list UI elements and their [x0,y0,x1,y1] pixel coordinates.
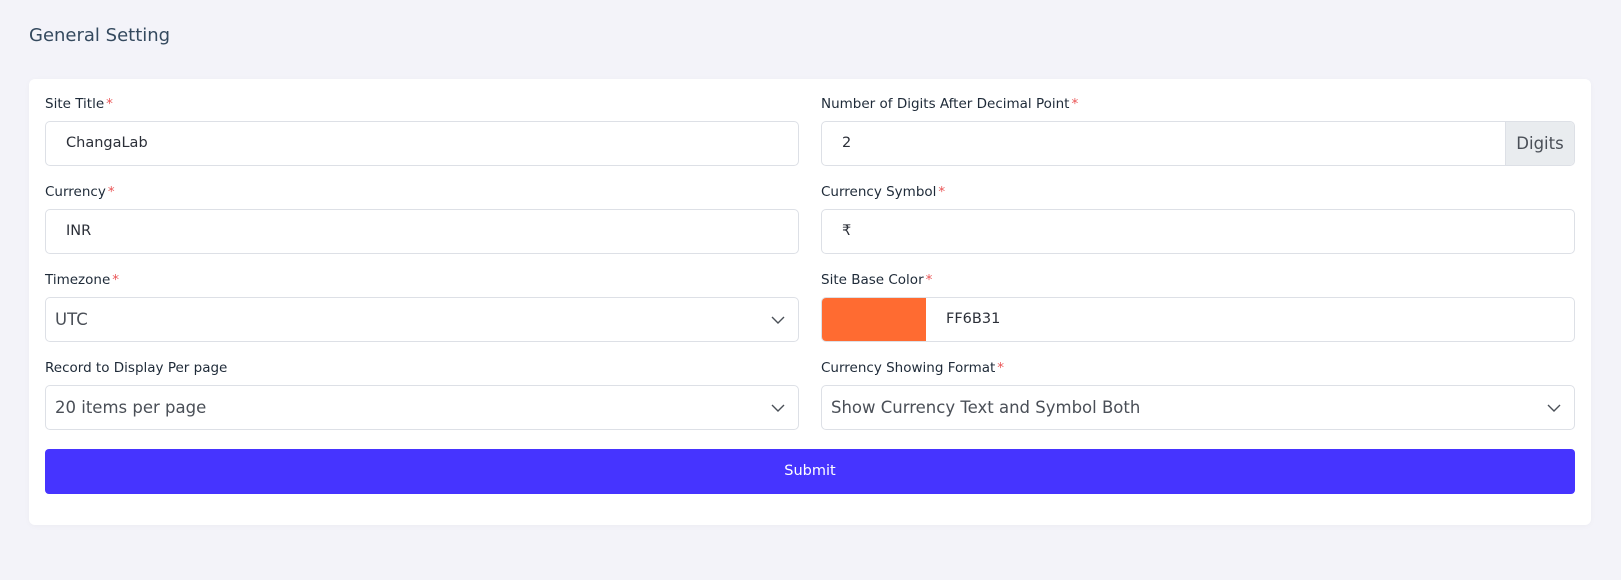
required-asterisk: * [997,360,1005,376]
currency-format-label: Currency Showing Format * [821,360,1005,376]
required-asterisk: * [112,272,119,288]
per-page-label: Record to Display Per page [45,360,228,376]
timezone-label: Timezone * [45,272,119,288]
color-picker-swatch[interactable] [822,298,926,341]
digits-input[interactable]: 2 Digits [821,121,1575,166]
currency-input[interactable]: INR [45,209,799,254]
site-title-value: ChangaLab [66,135,148,151]
currency-format-select[interactable]: Show Currency Text and Symbol Both [821,385,1575,430]
required-asterisk: * [925,272,933,288]
digits-value: 2 [842,135,852,151]
submit-button[interactable]: Submit [45,449,1575,494]
site-title-label: Site Title * [45,96,113,112]
currency-format-selected: Show Currency Text and Symbol Both [831,398,1141,417]
chevron-down-icon [771,404,785,412]
base-color-value: FF6B31 [946,311,1001,327]
timezone-selected: UTC [55,310,88,329]
required-asterisk: * [938,184,946,200]
per-page-select[interactable]: 20 items per page [45,385,799,430]
settings-card: Site Title * ChangaLab Currency * INR Time… [29,79,1591,525]
currency-symbol-value: ₹ [842,223,852,239]
required-asterisk: * [107,184,115,200]
chevron-down-icon [1547,404,1561,412]
digits-label: Number of Digits After Decimal Point * [821,96,1079,112]
required-asterisk: * [1071,96,1079,112]
base-color-input[interactable]: FF6B31 [821,297,1575,342]
currency-label: Currency * [45,184,115,200]
currency-symbol-input[interactable]: ₹ [821,209,1575,254]
currency-value: INR [66,223,92,239]
timezone-select[interactable]: UTC [45,297,799,342]
chevron-down-icon [771,316,785,324]
site-title-input[interactable]: ChangaLab [45,121,799,166]
required-asterisk: * [106,96,113,112]
digits-addon: Digits [1505,122,1574,165]
base-color-label: Site Base Color * [821,272,933,288]
currency-symbol-label: Currency Symbol * [821,184,946,200]
page-title: General Setting [29,25,171,46]
per-page-selected: 20 items per page [55,398,207,417]
